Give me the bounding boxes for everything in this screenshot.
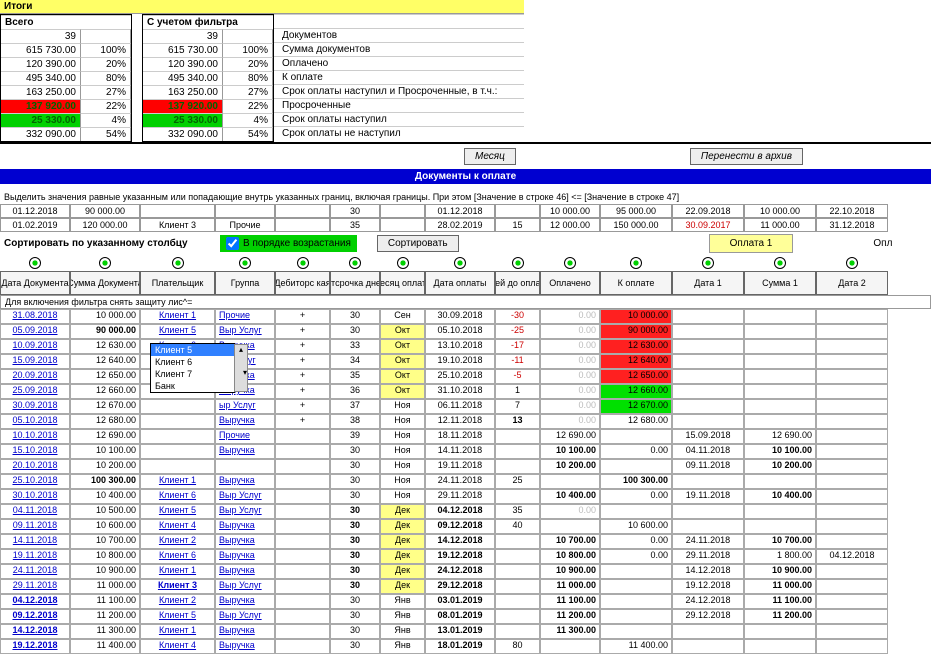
sort-radio[interactable]	[215, 257, 275, 269]
table-row: 29.11.201811 000.00Клиент 3Выр Услуг30Де…	[0, 579, 931, 594]
dropdown-item[interactable]: Клиент 6	[151, 356, 234, 368]
table-row: 10.10.201812 690.00Прочие39Ноя18.11.2018…	[0, 429, 931, 444]
column-header[interactable]: Оплачено	[540, 271, 600, 295]
table-row: 15.10.201810 100.00Выручка30Ноя14.11.201…	[0, 444, 931, 459]
sub-note: Для включения фильтра снять защиту лис^=	[0, 295, 931, 309]
column-header[interactable]: Дата 2	[816, 271, 888, 295]
month-button[interactable]: Месяц	[464, 148, 516, 165]
right-label: С учетом фильтра	[143, 15, 273, 29]
data-grid: Дата ДокументаСумма ДокументаПлательщикГ…	[0, 271, 931, 654]
column-header[interactable]: К оплате	[600, 271, 672, 295]
filter-row: 01.12.201890 000.003001.12.201810 000.00…	[0, 204, 931, 218]
totals-block: Итоги Всего 39 615 730.00100%120 390.002…	[0, 0, 931, 142]
column-header[interactable]: Месяц оплаты	[380, 271, 425, 295]
archive-button[interactable]: Перенести в архив	[690, 148, 803, 165]
button-bar: Месяц Перенести в архив	[0, 142, 931, 169]
column-header[interactable]: Сумма Документа	[70, 271, 140, 295]
sort-radio[interactable]	[495, 257, 540, 269]
payer-dropdown[interactable]: Клиент 5Клиент 6Клиент 7Банк ▴▾	[150, 343, 235, 393]
table-row: 04.12.201811 100.00Клиент 2Выручка30Янв0…	[0, 594, 931, 609]
sort-radio[interactable]	[140, 257, 215, 269]
table-row: 05.09.201890 000.00Клиент 5Выр Услуг+30О…	[0, 324, 931, 339]
table-row: 14.12.201811 300.00Клиент 1Выручка30Янв1…	[0, 624, 931, 639]
left-label: Всего	[1, 15, 131, 29]
table-row: 25.10.2018100 300.00Клиент 1Выручка30Ноя…	[0, 474, 931, 489]
table-row: 30.10.201810 400.00Клиент 6Выр Услуг30Но…	[0, 489, 931, 504]
sort-radio[interactable]	[330, 257, 380, 269]
sort-radio[interactable]	[672, 257, 744, 269]
column-header[interactable]: Дата оплаты	[425, 271, 495, 295]
table-row: 10.09.201812 630.00Клиент 6Выручка+33Окт…	[0, 339, 931, 354]
table-row: 15.09.201812 640.00Клиент 5ыр Услуг+34Ок…	[0, 354, 931, 369]
sort-radio[interactable]	[540, 257, 600, 269]
filter-note: Выделить значения равные указанным или п…	[0, 190, 931, 204]
sort-radio[interactable]	[816, 257, 888, 269]
column-header[interactable]: Дата 1	[672, 271, 744, 295]
table-row: 19.12.201811 400.00Клиент 4Выручка30Янв1…	[0, 639, 931, 654]
sort-radio[interactable]	[600, 257, 672, 269]
table-row: 24.11.201810 900.00Клиент 1Выручка30Дек2…	[0, 564, 931, 579]
table-row: 25.09.201812 660.00Выручка+36Окт31.10.20…	[0, 384, 931, 399]
sort-radio[interactable]	[70, 257, 140, 269]
ascending-checkbox[interactable]: В порядке возрастания	[220, 235, 357, 252]
payment-1-label: Оплата 1	[709, 234, 794, 253]
sort-radio[interactable]	[0, 257, 70, 269]
column-header[interactable]: Плательщик	[140, 271, 215, 295]
column-header[interactable]: Дней до оплаты	[495, 271, 540, 295]
column-header[interactable]: Сумма 1	[744, 271, 816, 295]
table-row: 05.10.201812 680.00Выручка+38Ноя12.11.20…	[0, 414, 931, 429]
table-row: 30.09.201812 670.00ыр Услуг+37Ноя06.11.2…	[0, 399, 931, 414]
section-title: Документы к оплате	[0, 169, 931, 184]
table-row: 31.08.201810 000.00Клиент 1Прочие+30Сен3…	[0, 309, 931, 324]
table-row: 20.10.201810 200.0030Ноя19.11.201810 200…	[0, 459, 931, 474]
dropdown-item[interactable]: Клиент 7	[151, 368, 234, 380]
dropdown-scrollbar[interactable]: ▴▾	[234, 344, 248, 392]
table-row: 09.11.201810 600.00Клиент 4Выручка30Дек0…	[0, 519, 931, 534]
column-header[interactable]: Дебиторс кая	[275, 271, 330, 295]
column-header[interactable]: Группа	[215, 271, 275, 295]
dropdown-item[interactable]: Банк	[151, 380, 234, 392]
table-row: 09.12.201811 200.00Клиент 5Выр Услуг30Ян…	[0, 609, 931, 624]
dropdown-item[interactable]: Клиент 5	[151, 344, 234, 356]
filter-row: 01.02.2019120 000.00Клиент 3Прочие3528.0…	[0, 218, 931, 232]
column-header[interactable]: Отсрочка дней	[330, 271, 380, 295]
sort-radio[interactable]	[380, 257, 425, 269]
sort-radio[interactable]	[744, 257, 816, 269]
table-row: 14.11.201810 700.00Клиент 2Выручка30Дек1…	[0, 534, 931, 549]
sort-radio[interactable]	[275, 257, 330, 269]
sort-label: Сортировать по указанному столбцу	[0, 238, 220, 249]
table-row: 19.11.201810 800.00Клиент 6Выручка30Дек1…	[0, 549, 931, 564]
table-row: 20.09.201812 650.00Выручка+35Окт25.10.20…	[0, 369, 931, 384]
sort-radio[interactable]	[425, 257, 495, 269]
pay-right-text: Опл	[873, 238, 892, 249]
desc-documents: Документов	[274, 28, 524, 42]
sort-button[interactable]: Сортировать	[377, 235, 459, 252]
radio-row	[0, 255, 931, 271]
column-header[interactable]: Дата Документа	[0, 271, 70, 295]
table-row: 04.11.201810 500.00Клиент 5Выр Услуг30Де…	[0, 504, 931, 519]
totals-title: Итоги	[0, 0, 524, 14]
sort-row: Сортировать по указанному столбцу В поря…	[0, 232, 931, 255]
